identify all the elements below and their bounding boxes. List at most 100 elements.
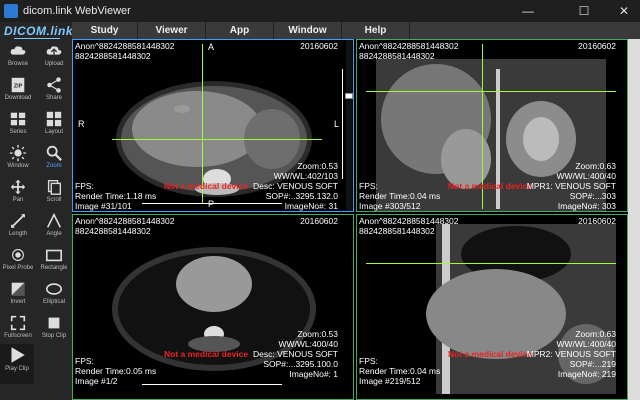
not-medical-device-warning: Not a medical device [448,182,532,191]
tool-length[interactable]: Length [1,210,35,240]
sop-instance: SOP#:...219 [570,360,616,369]
tool-sidebar: DICOM.link Browse Upload ZIP Download Sh… [0,22,72,400]
tool-label: Fullscreen [4,333,32,339]
tool-label: Share [46,95,62,101]
window-level: WW/WL:400/40 [278,340,338,349]
pixel-probe-icon [9,246,27,264]
fps-label: FPS: [75,357,94,366]
rectangle-icon [45,246,63,264]
minimize-button[interactable]: — [508,0,548,22]
tool-label: Layout [45,129,63,135]
tool-label: Play Clip [5,366,29,372]
study-date: 20160602 [300,217,338,226]
menu-help[interactable]: Help [342,22,410,39]
series-description: MPR1: VENOUS SOFT [527,182,616,191]
tool-layout[interactable]: Layout [37,108,71,138]
menu-bar: Study Viewer App Window Help [72,22,640,39]
orientation-top: A [208,42,214,52]
app-icon [4,4,18,18]
study-date: 20160602 [300,42,338,51]
fps-label: FPS: [359,357,378,366]
zoom-level: Zoom:0.53 [297,162,338,171]
tool-pan[interactable]: Pan [1,176,35,206]
menu-window[interactable]: Window [274,22,342,39]
viewport-axial[interactable]: Anon^8824288581448302 8824288581448302 2… [72,39,354,212]
patient-name: Anon^8824288581448302 [75,42,174,51]
close-button[interactable]: ✕ [604,0,640,22]
title-bar: dicom.link WebViewer — ☐ ✕ [0,0,640,22]
patient-name: Anon^8824288581448302 [359,42,458,51]
tool-label: Elliptical [43,299,65,305]
tool-zoom[interactable]: Zoom [37,142,71,172]
viewport-coronal[interactable]: Anon^8824288581448302 8824288581448302 2… [356,39,628,212]
tool-fullscreen[interactable]: Fullscreen [1,312,35,342]
fps-label: FPS: [359,182,378,191]
not-medical-device-warning: Not a medical device [164,182,248,191]
tool-label: Rectangle [40,265,67,271]
tool-window-level[interactable]: Window [1,142,35,172]
length-icon [9,212,27,230]
pan-icon [9,178,27,196]
tool-pixel-probe[interactable]: Pixel Probe [1,244,35,274]
image-index: Image #303/512 [359,202,420,211]
tool-label: Invert [10,299,25,305]
fps-label: FPS: [75,182,94,191]
image-index: Image #219/512 [359,377,420,386]
tool-share[interactable]: Share [37,74,71,104]
series-description: MPR2: VENOUS SOFT [527,350,616,359]
crosshair-horizontal [112,139,322,140]
window-level-icon [9,144,27,162]
tool-label: Download [5,95,32,101]
series-icon [9,110,27,128]
image-number: ImageNo#: 303 [558,202,616,211]
patient-name: Anon^8824288581448302 [75,217,174,226]
menu-app[interactable]: App [206,22,274,39]
study-date: 20160602 [578,217,616,226]
zoom-icon [45,144,63,162]
tool-label: Browse [8,61,28,67]
tool-browse[interactable]: Browse [1,40,35,70]
sop-instance: SOP#:...3295.100.0 [263,360,338,369]
tool-label: Upload [44,61,63,67]
zoom-level: Zoom:0.53 [297,330,338,339]
patient-id: 8824288581448302 [359,227,435,236]
layout-icon [45,110,63,128]
tool-label: Pan [13,197,24,203]
patient-name: Anon^8824288581448302 [359,217,458,226]
tool-angle[interactable]: Angle [37,210,71,240]
tool-label: Series [9,129,26,135]
image-index: Image #1/2 [75,377,118,386]
viewport-scroll-thumb[interactable] [345,93,353,99]
series-description: Desc: VENOUS SOFT [253,350,338,359]
render-time: Render Time:0.04 ms [359,192,440,201]
image-number: ImageNo#: 1 [289,370,338,379]
angle-icon [45,212,63,230]
patient-id: 8824288581448302 [75,52,151,61]
tool-play-clip[interactable]: Play Clip [0,344,34,384]
tool-label: Zoom [46,163,61,169]
viewport-axial-chest[interactable]: Anon^8824288581448302 8824288581448302 2… [72,214,354,400]
tool-label: Angle [46,231,61,237]
crosshair-horizontal [366,91,616,92]
tool-elliptical[interactable]: Elliptical [37,278,71,308]
cloud-icon [9,42,27,60]
tool-download[interactable]: ZIP Download [1,74,35,104]
viewport-scrollbar[interactable] [346,39,352,212]
tool-rectangle[interactable]: Rectangle [37,244,71,274]
menu-study[interactable]: Study [72,22,138,39]
tool-stop-clip[interactable]: Stop Clip [37,312,71,342]
tool-label: Stop Clip [42,333,66,339]
viewport-sagittal[interactable]: Anon^8824288581448302 8824288581448302 2… [356,214,628,400]
window-level: WW/WL:402/103 [274,172,338,181]
right-scrollbar[interactable] [628,39,640,400]
sop-instance: SOP#:..3295.132.0 [266,192,338,201]
tool-label: Window [7,163,28,169]
menu-viewer[interactable]: Viewer [138,22,206,39]
tool-series[interactable]: Series [1,108,35,138]
image-number: ImageNo#: 31 [285,202,338,211]
tool-scroll[interactable]: Scroll [37,176,71,206]
tool-invert[interactable]: Invert [1,278,35,308]
maximize-button[interactable]: ☐ [564,0,604,22]
zoom-level: Zoom:0.63 [575,162,616,171]
tool-upload[interactable]: Upload [37,40,71,70]
